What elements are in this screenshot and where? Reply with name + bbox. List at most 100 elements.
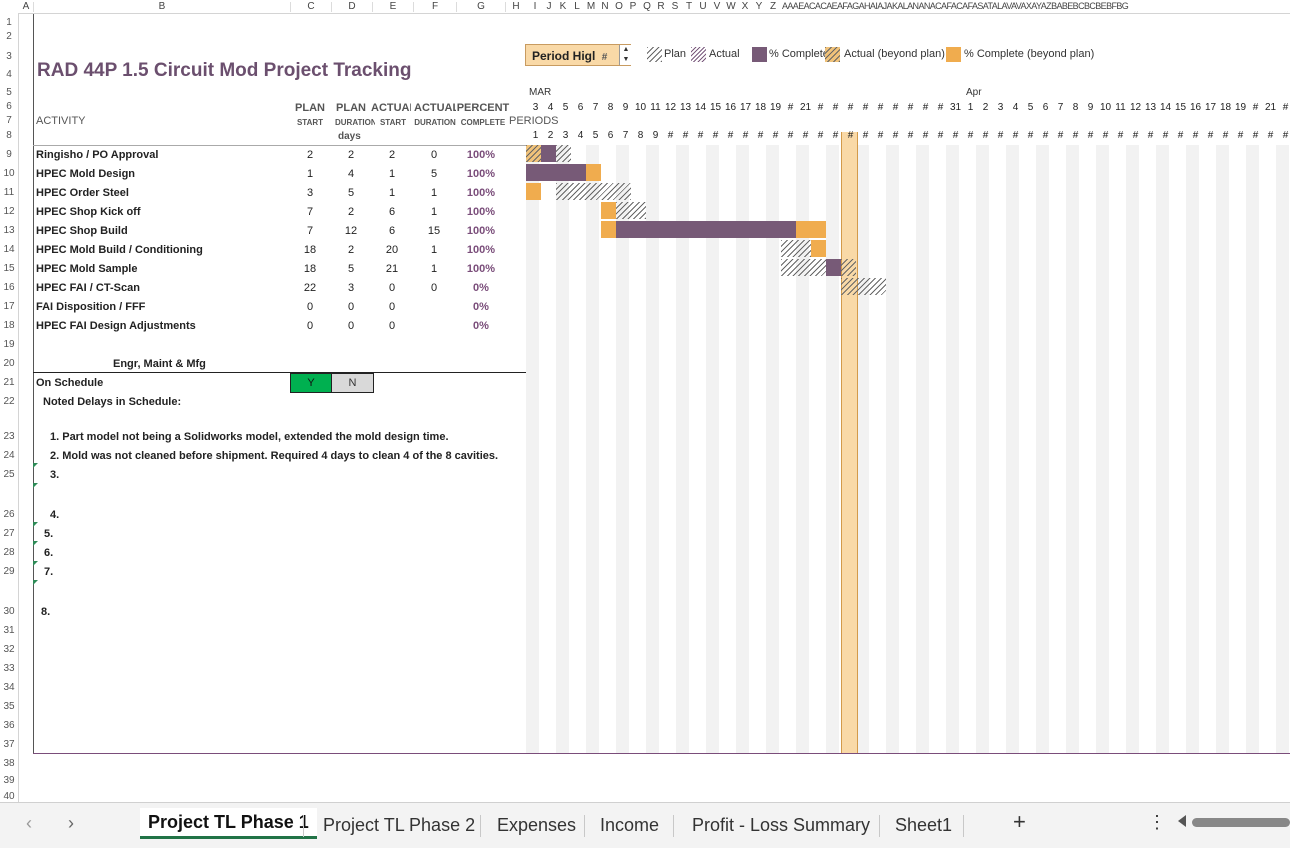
add-sheet-icon[interactable]: + — [1013, 809, 1026, 835]
col-header-j[interactable]: J — [542, 0, 556, 13]
row-header[interactable]: 17 — [0, 301, 18, 312]
col-header-t[interactable]: T — [682, 0, 696, 13]
col-header-k[interactable]: K — [556, 0, 570, 13]
more-options-icon[interactable]: ⋮ — [1148, 812, 1166, 833]
row-header[interactable]: 29 — [0, 566, 18, 577]
gantt-column-stripe — [1216, 145, 1229, 753]
tab-profit-loss-summary[interactable]: Profit - Loss Summary — [692, 811, 870, 839]
worksheet[interactable]: RAD 44P 1.5 Circuit Mod Project Tracking… — [19, 14, 1290, 802]
date-tick: # — [1282, 102, 1289, 113]
comment-marker-icon[interactable] — [33, 483, 38, 488]
row-header[interactable]: 19 — [0, 339, 18, 350]
row-header[interactable]: 27 — [0, 528, 18, 539]
row-header[interactable]: 1 — [0, 17, 18, 28]
col-header-l[interactable]: L — [570, 0, 584, 13]
actual-duration-value: 1 — [430, 244, 438, 256]
col-header-r[interactable]: R — [654, 0, 668, 13]
row-header[interactable]: 23 — [0, 431, 18, 442]
tab-project-tl-phase-2[interactable]: Project TL Phase 2 — [323, 811, 475, 839]
col-header-v[interactable]: V — [710, 0, 724, 13]
row-header[interactable]: 36 — [0, 720, 18, 731]
row-header[interactable]: 22 — [0, 396, 18, 407]
row-header[interactable]: 10 — [0, 168, 18, 179]
row-header[interactable]: 24 — [0, 450, 18, 461]
next-sheet-icon[interactable]: › — [68, 813, 74, 834]
row-header[interactable]: 25 — [0, 469, 18, 480]
tab-project-tl-phase-1[interactable]: Project TL Phase 1 — [140, 808, 317, 839]
row-header[interactable]: 20 — [0, 358, 18, 369]
row-header[interactable]: 12 — [0, 206, 18, 217]
on-schedule-no[interactable]: N — [331, 373, 374, 393]
tab-sheet1[interactable]: Sheet1 — [895, 811, 952, 839]
col-header-z[interactable]: Z — [766, 0, 780, 13]
row-header[interactable]: 5 — [0, 87, 18, 98]
row-header[interactable]: 9 — [0, 149, 18, 160]
period-tick: # — [1042, 130, 1049, 141]
comment-marker-icon[interactable] — [33, 541, 38, 546]
col-header-i[interactable]: I — [528, 0, 542, 13]
row-header[interactable]: 40 — [0, 791, 18, 802]
gantt-bar-plan — [841, 259, 856, 276]
comment-marker-icon[interactable] — [33, 561, 38, 566]
row-header[interactable]: 35 — [0, 701, 18, 712]
scroll-left-icon[interactable] — [1178, 815, 1186, 827]
col-header-b[interactable]: B — [34, 0, 290, 13]
col-header-p[interactable]: P — [626, 0, 640, 13]
row-header[interactable]: 11 — [0, 187, 18, 198]
row-header[interactable]: 30 — [0, 606, 18, 617]
row-header[interactable]: 8 — [0, 130, 18, 141]
row-header[interactable]: 4 — [0, 69, 18, 80]
col-header-y[interactable]: Y — [752, 0, 766, 13]
activity-name: Ringisho / PO Approval — [36, 149, 159, 161]
col-header-c[interactable]: C — [291, 0, 331, 13]
row-header[interactable]: 33 — [0, 663, 18, 674]
spinner-arrows-icon[interactable]: ▲ ▼ — [619, 45, 632, 65]
col-header-f[interactable]: F — [414, 0, 456, 13]
row-header[interactable]: 31 — [0, 625, 18, 636]
row-header[interactable]: 2 — [0, 31, 18, 42]
period-tick: # — [862, 130, 869, 141]
col-header-q[interactable]: Q — [640, 0, 654, 13]
comment-marker-icon[interactable] — [33, 522, 38, 527]
col-header-w[interactable]: W — [724, 0, 738, 13]
col-header-d[interactable]: D — [332, 0, 372, 13]
col-header-h[interactable]: H — [506, 0, 526, 13]
comment-marker-icon[interactable] — [33, 580, 38, 585]
delay-item: 8. — [41, 606, 51, 618]
col-header-m[interactable]: M — [584, 0, 598, 13]
row-header[interactable]: 39 — [0, 775, 18, 786]
on-schedule-yes[interactable]: Y — [290, 373, 332, 393]
col-header-a[interactable]: A — [19, 0, 33, 13]
comment-marker-icon[interactable] — [33, 463, 38, 468]
prev-sheet-icon[interactable]: ‹ — [26, 813, 32, 834]
row-header[interactable]: 37 — [0, 739, 18, 750]
col-header-o[interactable]: O — [612, 0, 626, 13]
row-header[interactable]: 21 — [0, 377, 18, 388]
row-header[interactable]: 6 — [0, 101, 18, 112]
date-tick: 5 — [562, 102, 569, 113]
row-header[interactable]: 7 — [0, 115, 18, 126]
period-highlight-spinner[interactable]: Period Higl # — [525, 44, 631, 66]
row-header[interactable]: 14 — [0, 244, 18, 255]
row-header[interactable]: 32 — [0, 644, 18, 655]
col-header-g[interactable]: G — [457, 0, 505, 13]
row-header[interactable]: 34 — [0, 682, 18, 693]
col-header-s[interactable]: S — [668, 0, 682, 13]
col-header-aa-onward[interactable]: AAAEACACAEAFAGAHAIAJAKALANANACAFACAFASAT… — [782, 0, 1290, 13]
row-header[interactable]: 26 — [0, 509, 18, 520]
row-header[interactable]: 3 — [0, 51, 18, 62]
row-header[interactable]: 15 — [0, 263, 18, 274]
col-header-e[interactable]: E — [373, 0, 413, 13]
tab-expenses[interactable]: Expenses — [497, 811, 576, 839]
col-header-u[interactable]: U — [696, 0, 710, 13]
row-header[interactable]: 18 — [0, 320, 18, 331]
row-header[interactable]: 16 — [0, 282, 18, 293]
row-header[interactable]: 28 — [0, 547, 18, 558]
row-header[interactable]: 38 — [0, 758, 18, 769]
row-header[interactable]: 13 — [0, 225, 18, 236]
tab-income[interactable]: Income — [600, 811, 659, 839]
period-tick: # — [787, 130, 794, 141]
col-header-x[interactable]: X — [738, 0, 752, 13]
horizontal-scrollbar[interactable] — [1192, 818, 1290, 827]
col-header-n[interactable]: N — [598, 0, 612, 13]
